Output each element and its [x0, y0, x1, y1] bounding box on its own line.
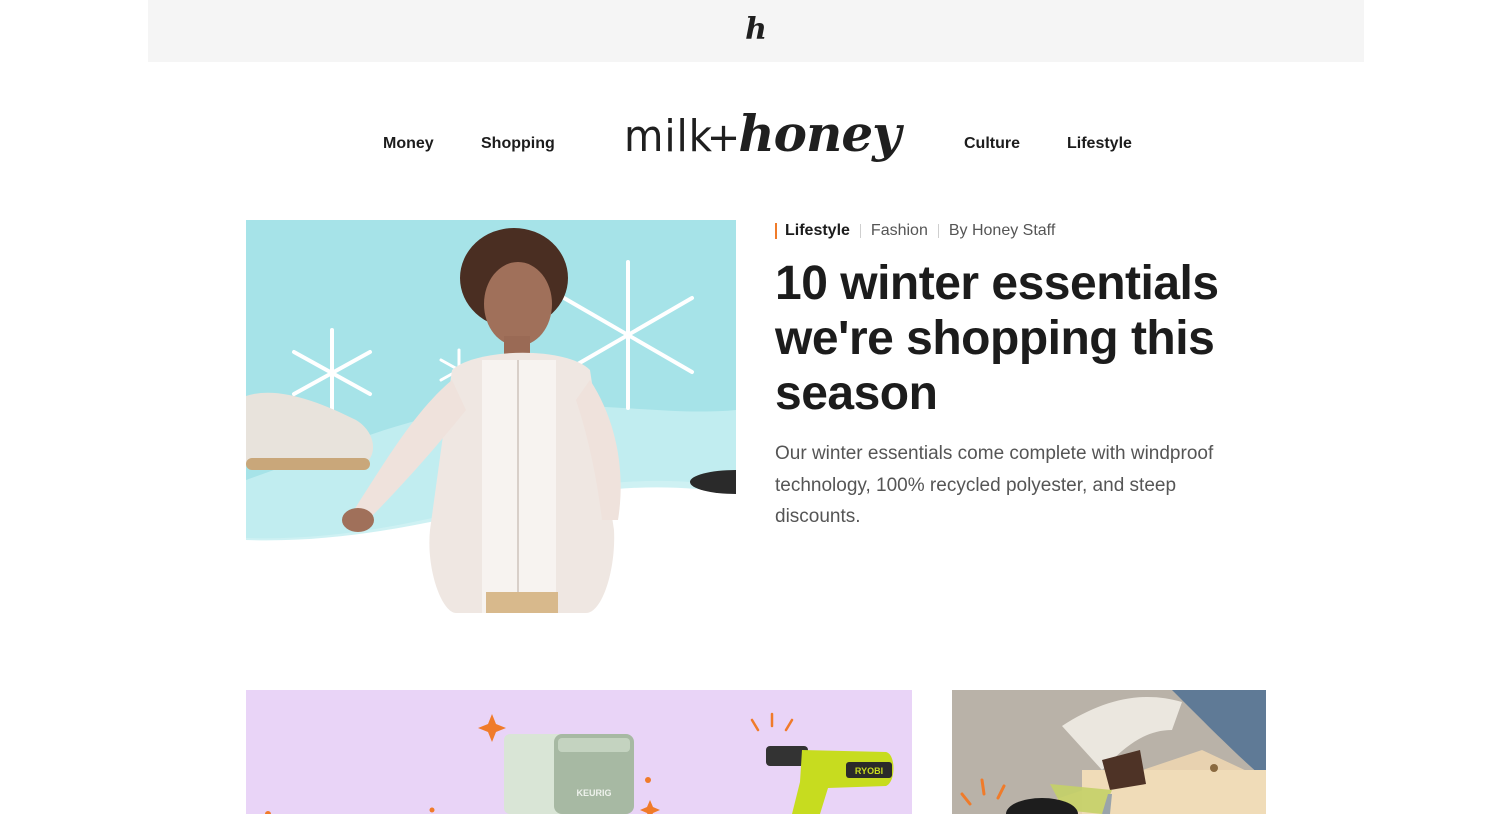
meta-divider — [859, 224, 861, 238]
hero-article-image[interactable] — [246, 220, 736, 613]
diy-sanding-photo — [952, 690, 1266, 814]
meta-divider — [937, 224, 939, 238]
nav-link-money[interactable]: Money — [383, 135, 434, 153]
ryobi-label: RYOBI — [855, 766, 883, 776]
winter-fashion-photo — [246, 220, 736, 613]
article-headline[interactable]: 10 winter essentials we're shopping this… — [775, 256, 1245, 421]
top-banner: h — [148, 0, 1364, 62]
article-meta: Lifestyle Fashion By Honey Staff — [775, 222, 1055, 240]
brand-milk: milk — [624, 111, 714, 162]
article-summary: Our winter essentials come complete with… — [775, 443, 1214, 527]
keurig-and-drill-photo: KEURIG RYOBI — [246, 690, 912, 814]
category-accent-bar — [775, 223, 777, 239]
honey-h-logo-icon[interactable]: h — [745, 15, 767, 45]
nav-link-lifestyle[interactable]: Lifestyle — [1067, 135, 1132, 153]
brand-honey: honey — [738, 104, 901, 163]
keurig-machine: KEURIG — [504, 734, 634, 814]
nav-link-shopping[interactable]: Shopping — [481, 135, 555, 153]
subcategory-link[interactable]: Fashion — [871, 222, 928, 240]
article-card-image[interactable]: KEURIG RYOBI — [246, 690, 912, 814]
category-link[interactable]: Lifestyle — [785, 222, 850, 240]
nav-link-culture[interactable]: Culture — [964, 135, 1020, 153]
author-byline: By Honey Staff — [948, 222, 1056, 239]
milk-honey-logo[interactable]: milk + honey — [624, 104, 901, 184]
article-card-image[interactable] — [952, 690, 1266, 814]
keurig-label: KEURIG — [576, 788, 611, 798]
